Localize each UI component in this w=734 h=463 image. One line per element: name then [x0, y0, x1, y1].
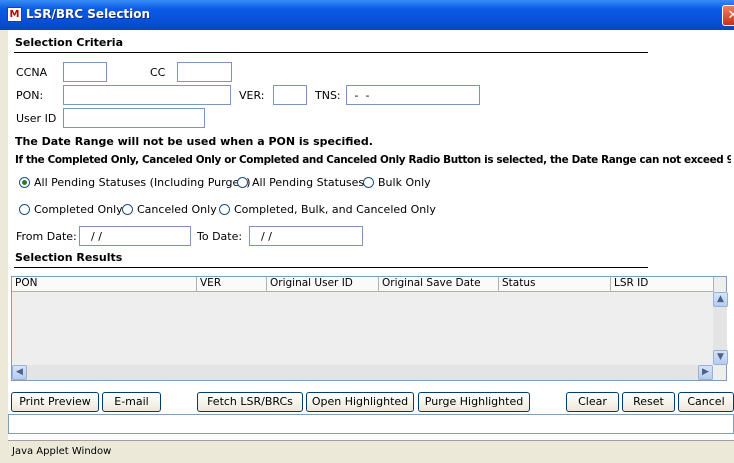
- window-title: LSR/BRC Selection: [26, 7, 151, 21]
- java-applet-window-label: Java Applet Window: [8, 440, 734, 462]
- tns-label: TNS:: [315, 89, 341, 102]
- radio-completed-bulk-canceled[interactable]: Completed, Bulk, and Canceled Only: [219, 203, 436, 216]
- section-selection-criteria: Selection Criteria: [15, 36, 123, 49]
- radio-label: Canceled Only: [137, 203, 217, 216]
- radio-bulk-only[interactable]: Bulk Only: [363, 176, 431, 189]
- divider: [14, 52, 648, 53]
- tns-input[interactable]: [346, 85, 480, 105]
- close-button[interactable]: ✕: [722, 5, 734, 26]
- scroll-up-arrow-icon[interactable]: ▲: [713, 292, 728, 307]
- radio-unselected-icon: [19, 204, 30, 215]
- radio-canceled-only[interactable]: Canceled Only: [122, 203, 217, 216]
- note-date-range-pon: The Date Range will not be used when a P…: [15, 135, 373, 148]
- divider: [14, 267, 648, 268]
- to-date-input[interactable]: [249, 226, 363, 246]
- ver-input[interactable]: [273, 85, 307, 105]
- radio-selected-icon: [19, 177, 30, 188]
- radio-label: Completed, Bulk, and Canceled Only: [234, 203, 436, 216]
- pon-input[interactable]: [63, 85, 231, 105]
- reset-button[interactable]: Reset: [622, 392, 675, 412]
- clear-button[interactable]: Clear: [566, 392, 619, 412]
- scroll-right-arrow-icon[interactable]: ▶: [698, 365, 713, 380]
- purge-highlighted-button[interactable]: Purge Highlighted: [418, 392, 530, 412]
- column-header-lsr-id[interactable]: LSR ID: [611, 277, 714, 292]
- java-app-icon: M: [7, 7, 22, 22]
- cc-input[interactable]: [177, 62, 232, 82]
- radio-unselected-icon: [219, 204, 230, 215]
- cc-label: CC: [150, 66, 166, 79]
- ccna-label: CCNA: [16, 66, 48, 79]
- column-header-ver[interactable]: VER: [197, 277, 267, 292]
- radio-unselected-icon: [363, 177, 374, 188]
- from-date-input[interactable]: [79, 226, 191, 246]
- radio-label: Completed Only: [34, 203, 123, 216]
- scroll-down-arrow-icon[interactable]: ▼: [713, 350, 728, 365]
- userid-label: User ID: [16, 112, 57, 125]
- to-date-label: To Date:: [197, 230, 243, 243]
- pon-label: PON:: [16, 89, 44, 102]
- radio-all-pending-purged[interactable]: All Pending Statuses (Including Purged): [19, 176, 251, 189]
- print-preview-button[interactable]: Print Preview: [11, 392, 99, 412]
- radio-label: Bulk Only: [378, 176, 431, 189]
- note-date-range-90-days: If the Completed Only, Canceled Only or …: [15, 154, 731, 166]
- ccna-input[interactable]: [63, 62, 107, 82]
- open-highlighted-button[interactable]: Open Highlighted: [306, 392, 414, 412]
- scroll-left-arrow-icon[interactable]: ◀: [12, 365, 27, 380]
- results-table[interactable]: PON VER Original User ID Original Save D…: [11, 276, 728, 381]
- userid-input[interactable]: [63, 108, 205, 128]
- status-bar: [8, 414, 734, 434]
- section-selection-results: Selection Results: [15, 251, 123, 264]
- horizontal-scrollbar[interactable]: [12, 365, 713, 380]
- email-button[interactable]: E-mail: [102, 392, 161, 412]
- radio-completed-only[interactable]: Completed Only: [19, 203, 123, 216]
- radio-label: All Pending Statuses: [252, 176, 365, 189]
- radio-unselected-icon: [122, 204, 133, 215]
- column-header-pon[interactable]: PON: [12, 277, 197, 292]
- ver-label: VER:: [239, 89, 265, 102]
- column-header-status[interactable]: Status: [499, 277, 611, 292]
- title-bar: M LSR/BRC Selection ✕: [0, 0, 734, 30]
- column-header-original-user-id[interactable]: Original User ID: [267, 277, 379, 292]
- column-header-original-save-date[interactable]: Original Save Date: [379, 277, 499, 292]
- radio-all-pending[interactable]: All Pending Statuses: [237, 176, 364, 189]
- cancel-button[interactable]: Cancel: [678, 392, 734, 412]
- fetch-lsr-brcs-button[interactable]: Fetch LSR/BRCs: [197, 392, 303, 412]
- radio-unselected-icon: [237, 177, 248, 188]
- from-date-label: From Date:: [16, 230, 77, 243]
- radio-label: All Pending Statuses (Including Purged): [34, 176, 251, 189]
